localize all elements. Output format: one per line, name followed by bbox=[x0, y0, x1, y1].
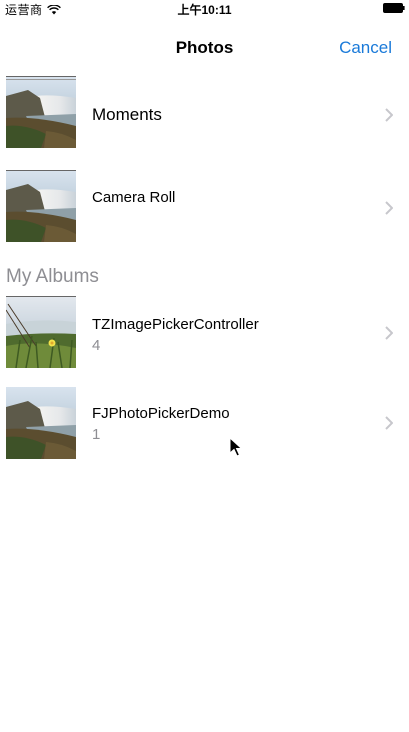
album-count: 4 bbox=[92, 337, 101, 354]
status-bar: 运营商 上午10:11 bbox=[0, 0, 409, 17]
cancel-button[interactable]: Cancel bbox=[339, 38, 392, 58]
album-count: 1 bbox=[92, 426, 101, 443]
album-thumbnail bbox=[6, 296, 76, 368]
album-row-camera-roll[interactable]: Camera Roll bbox=[0, 170, 409, 244]
album-title: Moments bbox=[92, 105, 162, 124]
chevron-right-icon bbox=[385, 108, 393, 122]
chevron-right-icon bbox=[385, 326, 393, 340]
album-row-moments[interactable]: Moments bbox=[0, 76, 409, 150]
section-header-my-albums: My Albums bbox=[6, 266, 99, 287]
cursor-icon bbox=[229, 437, 243, 457]
album-thumbnail bbox=[6, 76, 76, 148]
album-thumbnail bbox=[6, 387, 76, 459]
chevron-right-icon bbox=[385, 201, 393, 215]
navigation-bar: Photos Cancel bbox=[0, 16, 409, 76]
album-title: FJPhotoPickerDemo bbox=[92, 405, 230, 422]
album-row-tzimagepickercontroller[interactable]: TZImagePickerController 4 bbox=[0, 296, 409, 370]
battery-icon bbox=[383, 3, 405, 13]
album-title: Camera Roll bbox=[92, 189, 176, 206]
album-row-fjphotopickerdemo[interactable]: FJPhotoPickerDemo 1 bbox=[0, 387, 409, 461]
album-title: TZImagePickerController bbox=[92, 316, 259, 333]
chevron-right-icon bbox=[385, 416, 393, 430]
album-thumbnail bbox=[6, 170, 76, 242]
